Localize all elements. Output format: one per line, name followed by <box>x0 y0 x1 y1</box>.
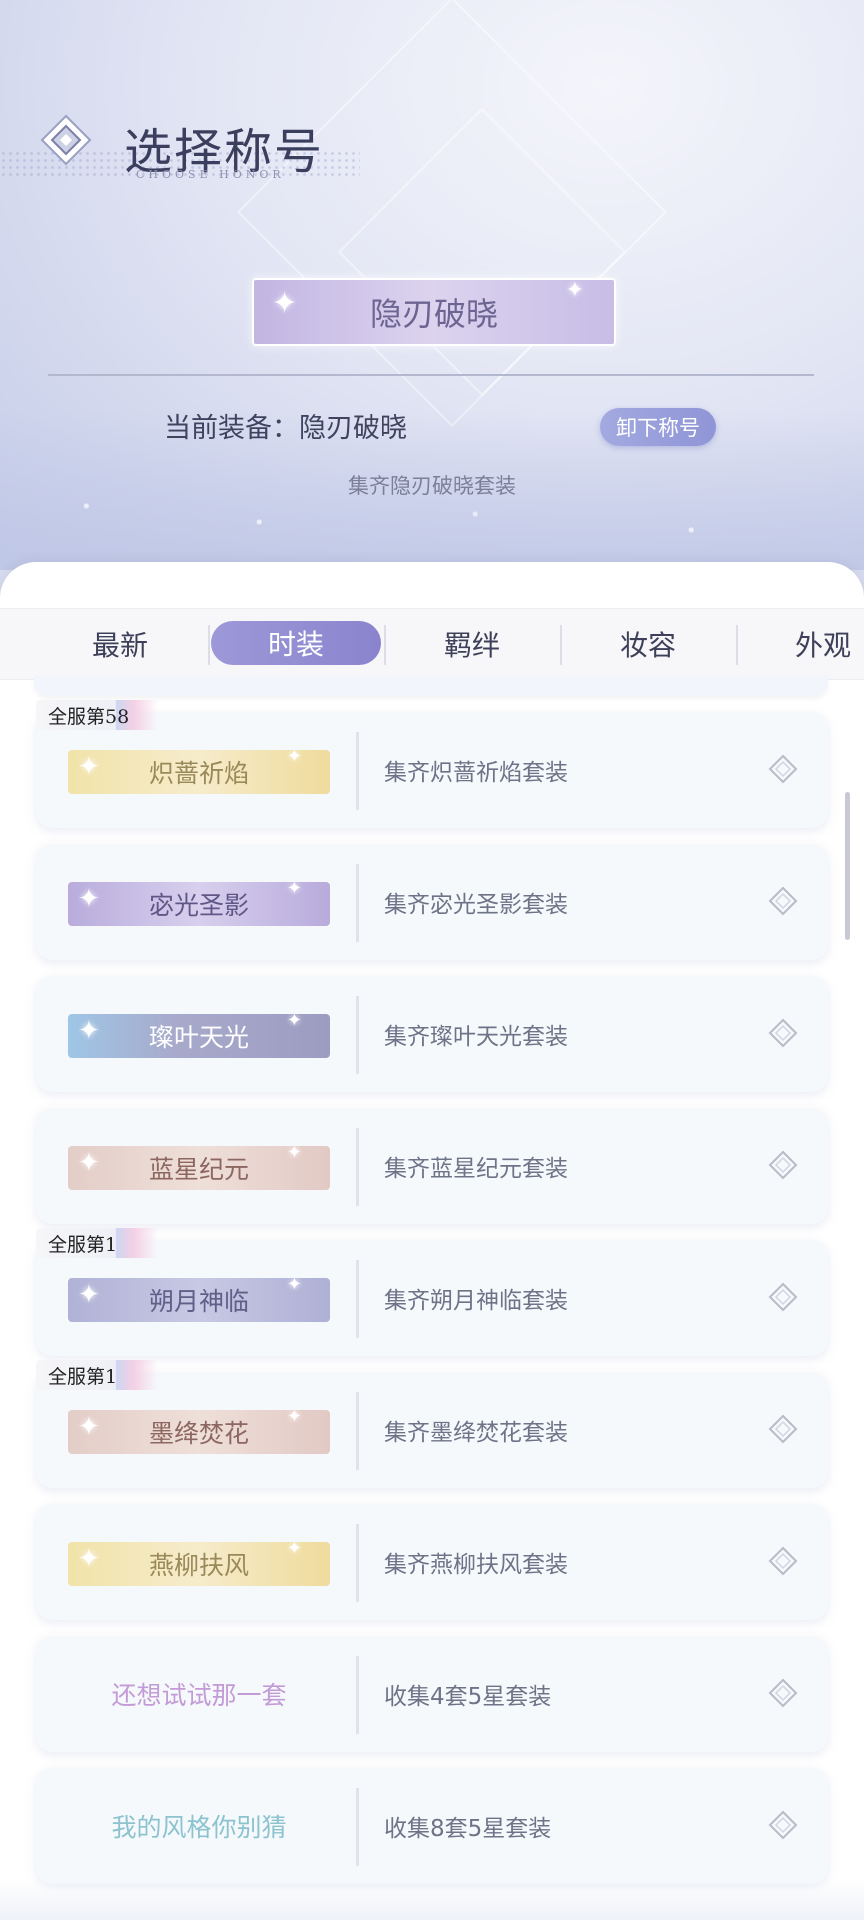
sparkle-icon: ✦ <box>78 1016 100 1046</box>
back-diamond-icon[interactable] <box>40 114 92 166</box>
diamond-icon[interactable] <box>768 1150 798 1180</box>
unequip-title-button[interactable]: 卸下称号 <box>600 408 716 446</box>
list-item-partial <box>34 676 828 696</box>
title-label: 墨绛焚花 <box>148 1419 249 1448</box>
diamond-icon[interactable] <box>768 1282 798 1312</box>
current-equip-label: 当前装备：隐刃破晓 <box>164 413 407 444</box>
row-divider <box>356 1260 359 1338</box>
tab-divider <box>384 625 386 665</box>
tab-makeup[interactable]: 妆容 <box>573 619 723 669</box>
title-condition: 集齐炽蔷祈焰套装 <box>384 760 568 786</box>
title-label: 还想试试那一套 <box>111 1681 287 1710</box>
title-badge: ✦ ✦ 宓光圣影 <box>68 882 330 926</box>
title-condition: 收集4套5星套装 <box>384 1684 552 1710</box>
row-divider <box>356 1392 359 1470</box>
sparkle-icon: ✦ <box>78 752 100 782</box>
category-tabs: 最新 时装 羁绊 妆容 外观 <box>0 608 864 680</box>
current-title-badge: ✦ ✦ 隐刃破晓 <box>252 278 616 346</box>
title-label: 宓光圣影 <box>148 891 249 920</box>
title-list-item[interactable]: 还想试试那一套 收集4套5星套装 <box>36 1636 828 1752</box>
server-rank-tag: 全服第1 <box>36 1360 158 1390</box>
title-label: 燕柳扶风 <box>148 1551 249 1580</box>
sparkle-icon: ✦ <box>565 278 584 303</box>
tab-divider <box>736 625 738 665</box>
diamond-icon[interactable] <box>768 754 798 784</box>
server-rank-tag: 全服第58 <box>36 700 158 730</box>
diamond-icon[interactable] <box>768 1546 798 1576</box>
sparkle-icon: ✦ <box>78 1148 100 1178</box>
diamond-icon[interactable] <box>768 1018 798 1048</box>
title-list-item[interactable]: 全服第1 ✦ ✦ 朔月神临 集齐朔月神临套装 <box>36 1228 828 1356</box>
sparkle-icon: ✦ <box>286 1146 302 1163</box>
title-condition: 集齐燕柳扶风套装 <box>384 1552 568 1578</box>
title-list-item[interactable]: ✦ ✦ 蓝星纪元 集齐蓝星纪元套装 <box>36 1108 828 1224</box>
title-list-item[interactable]: 全服第1 ✦ ✦ 墨绛焚花 集齐墨绛焚花套装 <box>36 1360 828 1488</box>
bottom-fade <box>0 1880 864 1920</box>
title-condition: 集齐朔月神临套装 <box>384 1288 568 1314</box>
row-divider <box>356 864 359 942</box>
title-label: 璨叶天光 <box>148 1023 249 1052</box>
sparkle-icon: ✦ <box>78 1544 100 1574</box>
title-label: 炽蔷祈焰 <box>148 759 249 788</box>
title-list-item[interactable]: ✦ ✦ 燕柳扶风 集齐燕柳扶风套装 <box>36 1504 828 1620</box>
row-divider <box>356 732 359 810</box>
title-badge: ✦ ✦ 炽蔷祈焰 <box>68 750 330 794</box>
diamond-icon[interactable] <box>768 886 798 916</box>
diamond-icon[interactable] <box>768 1810 798 1840</box>
tab-latest[interactable]: 最新 <box>45 619 195 669</box>
server-rank-tag: 全服第1 <box>36 1228 158 1258</box>
title-badge: ✦ ✦ 墨绛焚花 <box>68 1410 330 1454</box>
tab-bond[interactable]: 羁绊 <box>397 619 547 669</box>
row-divider <box>356 1524 359 1602</box>
scrollbar[interactable] <box>845 792 850 940</box>
title-label: 朔月神临 <box>148 1287 249 1316</box>
diamond-icon[interactable] <box>768 1414 798 1444</box>
sparkle-icon: ✦ <box>272 286 298 321</box>
title-condition: 集齐宓光圣影套装 <box>384 892 568 918</box>
divider <box>48 374 814 376</box>
sparkle-icon: ✦ <box>286 1278 302 1295</box>
sparkle-icon: ✦ <box>78 884 100 914</box>
tab-divider <box>560 625 562 665</box>
sparkle-icon: ✦ <box>78 1280 100 1310</box>
page-subtitle: CHOOSE HONOR <box>136 168 285 181</box>
title-condition: 集齐璨叶天光套装 <box>384 1024 568 1050</box>
title-list-item[interactable]: 全服第58 ✦ ✦ 炽蔷祈焰 集齐炽蔷祈焰套装 <box>36 700 828 828</box>
tab-divider <box>208 625 210 665</box>
row-divider <box>356 1656 359 1734</box>
sparkle-icon: ✦ <box>286 882 302 899</box>
title-badge: ✦ ✦ 璨叶天光 <box>68 1014 330 1058</box>
row-divider <box>356 996 359 1074</box>
page-header: 选择称号 CHOOSE HONOR <box>34 104 334 194</box>
title-condition: 集齐蓝星纪元套装 <box>384 1156 568 1182</box>
tab-fashion[interactable]: 时装 <box>211 621 381 665</box>
title-badge: ✦ ✦ 燕柳扶风 <box>68 1542 330 1586</box>
sparkle-icon: ✦ <box>286 1410 302 1427</box>
sparkle-icon: ✦ <box>286 1014 302 1031</box>
title-condition: 收集8套5星套装 <box>384 1816 552 1842</box>
title-list-item[interactable]: 我的风格你别猜 收集8套5星套装 <box>36 1768 828 1884</box>
sparkle-icon: ✦ <box>286 1542 302 1559</box>
sparkle-icon: ✦ <box>78 1412 100 1442</box>
row-divider <box>356 1788 359 1866</box>
title-list-item[interactable]: ✦ ✦ 璨叶天光 集齐璨叶天光套装 <box>36 976 828 1092</box>
title-badge: ✦ ✦ 朔月神临 <box>68 1278 330 1322</box>
title-label: 蓝星纪元 <box>148 1155 249 1184</box>
sparkle-icon: ✦ <box>286 750 302 767</box>
diamond-icon[interactable] <box>768 1678 798 1708</box>
tab-appearance[interactable]: 外观 <box>749 619 864 669</box>
current-title-label: 隐刃破晓 <box>369 295 498 333</box>
current-title-description: 集齐隐刃破晓套装 <box>348 474 516 498</box>
title-badge: ✦ ✦ 蓝星纪元 <box>68 1146 330 1190</box>
row-divider <box>356 1128 359 1206</box>
title-condition: 集齐墨绛焚花套装 <box>384 1420 568 1446</box>
title-label: 我的风格你别猜 <box>111 1813 287 1842</box>
title-list-item[interactable]: ✦ ✦ 宓光圣影 集齐宓光圣影套装 <box>36 844 828 960</box>
